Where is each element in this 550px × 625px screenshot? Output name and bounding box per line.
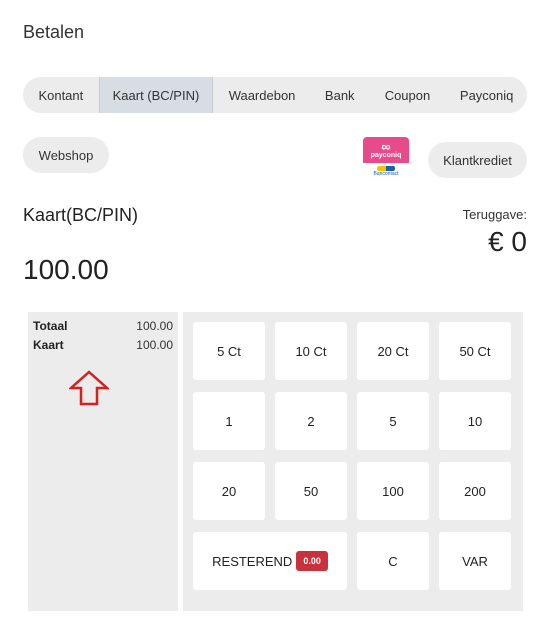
summary-value: 100.00	[136, 319, 173, 333]
tab-bank[interactable]: Bank	[311, 77, 369, 113]
tab-coupon[interactable]: Coupon	[369, 77, 447, 113]
resterend-label: RESTEREND	[212, 553, 293, 569]
page-title: Betalen	[23, 22, 85, 42]
summary-row-kaart: Kaart 100.00	[33, 338, 173, 352]
summary-value: 100.00	[136, 338, 173, 352]
key-5ct[interactable]: 5 Ct	[193, 322, 265, 380]
key-50ct[interactable]: 50 Ct	[439, 322, 511, 380]
change-value: € 0	[488, 226, 527, 257]
bancontact-logo: Bancontact	[363, 163, 409, 181]
webshop-button[interactable]: Webshop	[23, 137, 109, 173]
payconiq-icon: ∞	[381, 138, 391, 154]
summary-label: Kaart	[33, 338, 64, 352]
key-50[interactable]: 50	[275, 462, 347, 520]
var-button[interactable]: VAR	[439, 532, 511, 590]
key-5[interactable]: 5	[357, 392, 429, 450]
klantkrediet-button[interactable]: Klantkrediet	[428, 142, 527, 178]
payment-amount: 100.00	[23, 254, 109, 285]
bancontact-logo-text: Bancontact	[373, 171, 399, 177]
summary-row-totaal: Totaal 100.00	[33, 319, 173, 333]
key-2[interactable]: 2	[275, 392, 347, 450]
resterend-badge: 0.00	[296, 551, 328, 571]
payment-method-label: Kaart(BC/PIN)	[23, 205, 139, 225]
payment-method-tabs: Kontant Kaart (BC/PIN) Waardebon Bank Co…	[23, 77, 527, 113]
clear-button[interactable]: C	[357, 532, 429, 590]
summary-label: Totaal	[33, 319, 68, 333]
key-200[interactable]: 200	[439, 462, 511, 520]
change-label: Teruggave:	[462, 207, 527, 222]
key-1[interactable]: 1	[193, 392, 265, 450]
resterend-button[interactable]: RESTEREND 0.00	[193, 532, 347, 590]
key-10ct[interactable]: 10 Ct	[275, 322, 347, 380]
key-10[interactable]: 10	[439, 392, 511, 450]
tab-payconiq[interactable]: Payconiq	[446, 77, 527, 113]
key-20ct[interactable]: 20 Ct	[357, 322, 429, 380]
key-100[interactable]: 100	[357, 462, 429, 520]
tab-kaart[interactable]: Kaart (BC/PIN)	[98, 77, 214, 113]
payment-summary: Totaal 100.00 Kaart 100.00	[28, 312, 178, 611]
payconiq-logo: ∞ payconiq	[363, 137, 409, 163]
tab-waardebon[interactable]: Waardebon	[213, 77, 311, 113]
key-20[interactable]: 20	[193, 462, 265, 520]
tab-kontant[interactable]: Kontant	[23, 77, 99, 113]
payconiq-logo-button[interactable]: ∞ payconiq Bancontact	[363, 137, 409, 181]
payconiq-logo-text: payconiq	[370, 151, 402, 159]
cash-keypad: 5 Ct 10 Ct 20 Ct 50 Ct 1 2 5 10 20 50 10…	[183, 312, 523, 611]
arrow-up-icon	[69, 370, 109, 406]
